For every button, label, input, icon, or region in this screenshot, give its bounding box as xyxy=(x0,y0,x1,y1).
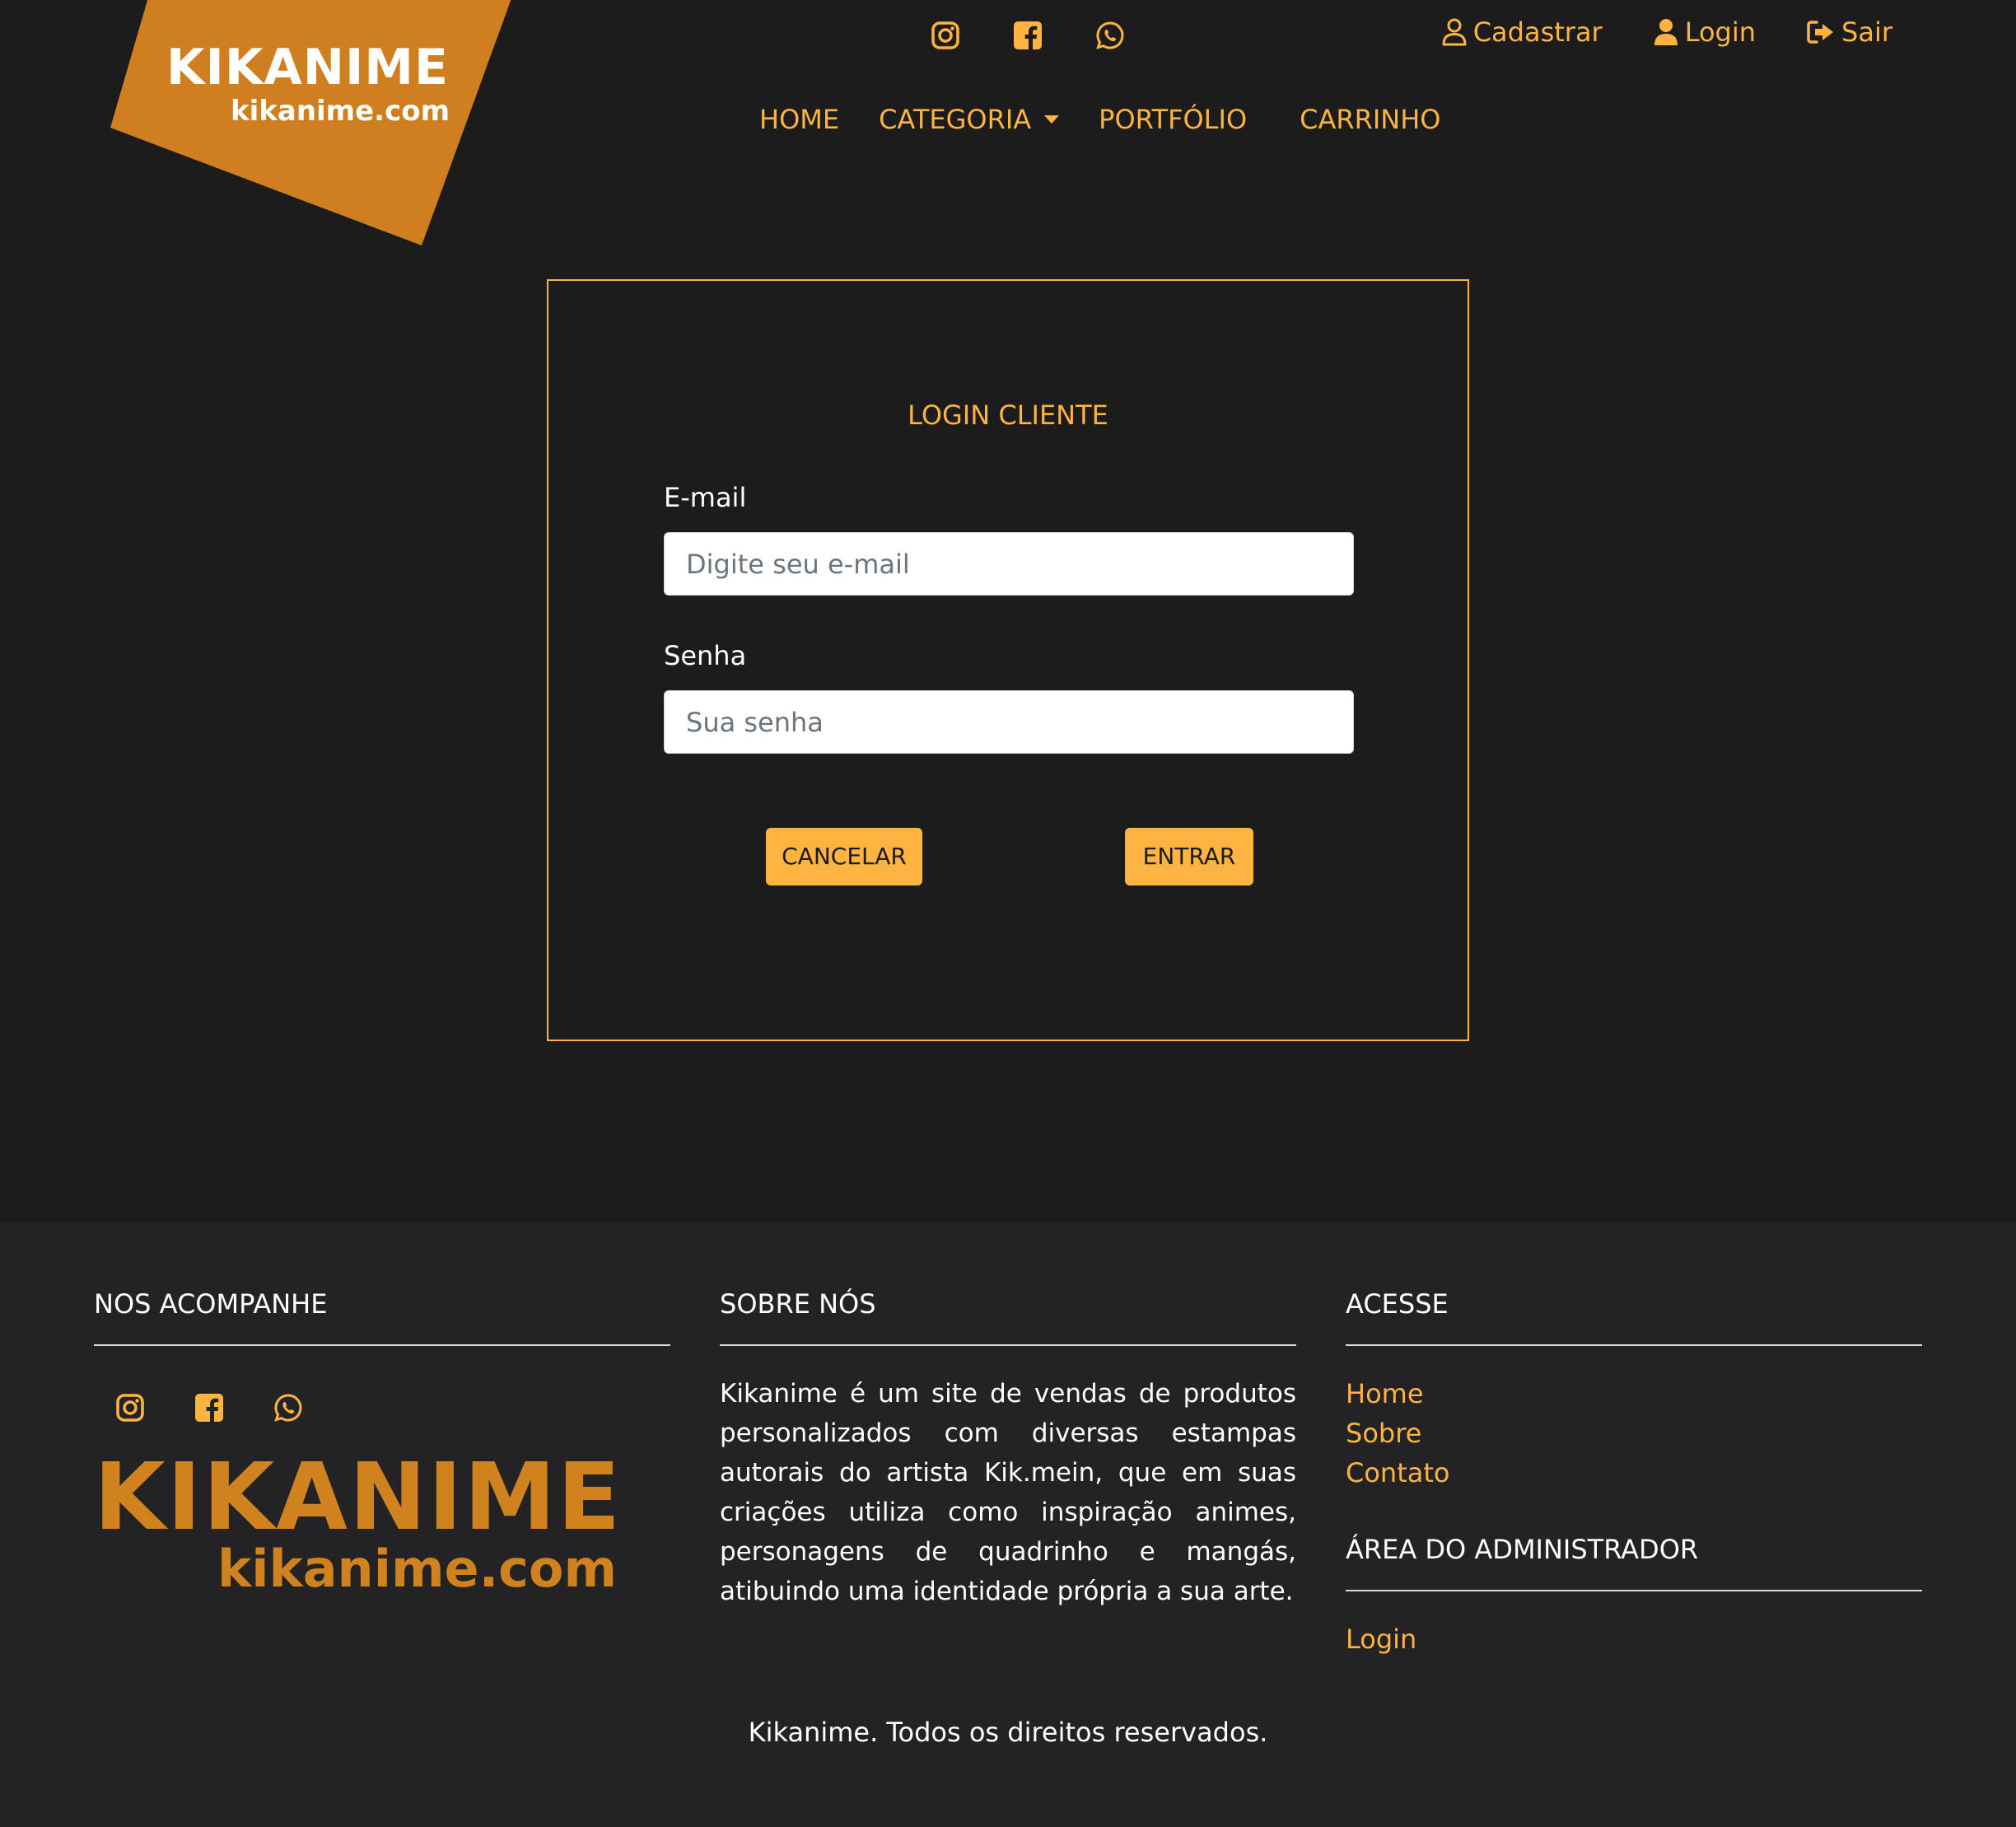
whatsapp-icon[interactable] xyxy=(1094,16,1127,54)
nav-portfolio[interactable]: PORTFÓLIO xyxy=(1099,104,1247,135)
password-label: Senha xyxy=(664,640,747,671)
footer-link-contact[interactable]: Contato xyxy=(1346,1453,1922,1493)
login-card: LOGIN CLIENTE E-mail Senha CANCELAR ENTR… xyxy=(547,279,1469,1041)
cancel-button[interactable]: CANCELAR xyxy=(766,828,922,885)
footer-follow-column: NOS ACOMPANHE KIKANIME kikanime.com xyxy=(94,1288,670,1616)
footer-about-column: SOBRE NÓS Kikanime é um site de vendas d… xyxy=(720,1288,1296,1611)
sign-out-icon xyxy=(1807,21,1834,44)
logo-domain: kikanime.com xyxy=(231,95,450,128)
register-label: Cadastrar xyxy=(1472,16,1603,48)
copyright: Kikanime. Todos os direitos reservados. xyxy=(748,1717,1268,1748)
footer-link-about[interactable]: Sobre xyxy=(1346,1413,1922,1453)
footer-about-heading: SOBRE NÓS xyxy=(720,1288,876,1320)
logo-title: KIKANIME xyxy=(166,39,449,96)
footer-logo-title: KIKANIME xyxy=(94,1444,623,1551)
nav-home[interactable]: HOME xyxy=(759,104,839,135)
brand-logo[interactable]: KIKANIME kikanime.com xyxy=(109,0,520,247)
facebook-icon[interactable] xyxy=(1011,16,1044,54)
footer-access-column: ACESSE Home Sobre Contato ÁREA DO ADMINI… xyxy=(1346,1288,1922,1659)
login-title: LOGIN CLIENTE xyxy=(908,400,1108,431)
logout-label: Sair xyxy=(1841,16,1892,48)
footer-logo-domain: kikanime.com xyxy=(217,1539,618,1599)
facebook-icon[interactable] xyxy=(193,1389,226,1427)
login-link[interactable]: Login xyxy=(1654,16,1756,48)
user-outline-icon xyxy=(1442,18,1467,46)
footer-follow-heading: NOS ACOMPANHE xyxy=(94,1288,328,1320)
register-link[interactable]: Cadastrar xyxy=(1442,16,1603,48)
password-field[interactable] xyxy=(664,690,1354,754)
user-links: Cadastrar Login Sair xyxy=(1442,16,1892,48)
login-label: Login xyxy=(1684,16,1757,48)
divider xyxy=(1346,1590,1922,1591)
footer-social-links xyxy=(114,1389,670,1427)
footer-access-heading: ACESSE xyxy=(1346,1288,1449,1320)
divider xyxy=(1346,1344,1922,1346)
instagram-icon[interactable] xyxy=(929,16,962,54)
footer-access-links: Home Sobre Contato xyxy=(1346,1374,1922,1493)
footer-admin-links: Login xyxy=(1346,1619,1922,1659)
instagram-icon[interactable] xyxy=(114,1389,147,1427)
nav-category-dropdown[interactable]: CATEGORIA xyxy=(879,104,1060,135)
header-social-links xyxy=(929,16,1127,54)
footer: NOS ACOMPANHE KIKANIME kikanime.com SOBR… xyxy=(0,1222,2016,1827)
footer-admin-login-link[interactable]: Login xyxy=(1346,1619,1922,1659)
user-icon xyxy=(1654,19,1678,45)
footer-link-home[interactable]: Home xyxy=(1346,1374,1922,1413)
whatsapp-icon[interactable] xyxy=(272,1389,305,1427)
caret-down-icon xyxy=(1044,115,1060,124)
logout-link[interactable]: Sair xyxy=(1807,16,1892,48)
footer-admin-heading: ÁREA DO ADMINISTRADOR xyxy=(1346,1534,1699,1565)
email-field[interactable] xyxy=(664,532,1354,596)
divider xyxy=(720,1344,1296,1346)
main-nav: HOME CATEGORIA PORTFÓLIO CARRINHO xyxy=(759,104,1440,135)
nav-category-label: CATEGORIA xyxy=(879,104,1032,135)
footer-about-text: Kikanime é um site de vendas de produtos… xyxy=(720,1379,1296,1606)
email-label: E-mail xyxy=(664,482,747,513)
divider xyxy=(94,1344,670,1346)
nav-cart[interactable]: CARRINHO xyxy=(1300,104,1440,135)
submit-button[interactable]: ENTRAR xyxy=(1125,828,1253,885)
footer-logo: KIKANIME kikanime.com xyxy=(94,1451,670,1616)
